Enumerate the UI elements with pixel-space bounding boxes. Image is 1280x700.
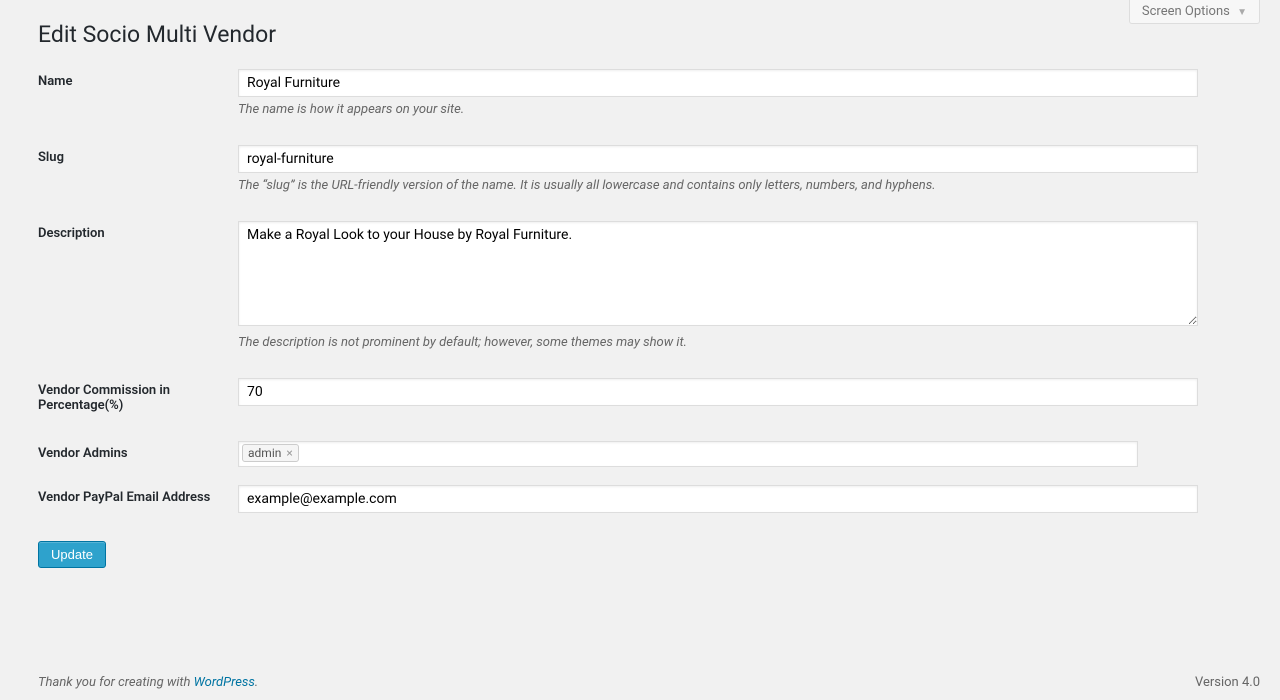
name-label: Name — [38, 69, 238, 89]
screen-options-tab[interactable]: Screen Options ▼ — [1129, 0, 1260, 24]
footer-thanks: Thank you for creating with — [38, 675, 194, 690]
commission-input[interactable] — [238, 378, 1198, 406]
admin-tag-label: admin — [248, 446, 281, 460]
slug-label: Slug — [38, 145, 238, 165]
footer-period: . — [255, 675, 258, 690]
description-help: The description is not prominent by defa… — [238, 335, 1198, 350]
paypal-input[interactable] — [238, 485, 1198, 513]
update-button[interactable]: Update — [38, 541, 106, 568]
page-title: Edit Socio Multi Vendor — [38, 20, 1260, 49]
name-input[interactable] — [238, 69, 1198, 97]
version-label: Version 4.0 — [1195, 675, 1260, 690]
vendor-admins-label: Vendor Admins — [38, 441, 238, 461]
close-icon[interactable]: × — [286, 446, 292, 460]
chevron-down-icon: ▼ — [1237, 7, 1247, 18]
description-textarea[interactable]: Make a Royal Look to your House by Royal… — [238, 221, 1198, 326]
wordpress-link[interactable]: WordPress — [194, 675, 255, 690]
slug-description: The “slug” is the URL-friendly version o… — [238, 178, 1198, 193]
paypal-label: Vendor PayPal Email Address — [38, 485, 238, 505]
description-label: Description — [38, 221, 238, 241]
screen-options-label: Screen Options — [1142, 4, 1230, 19]
vendor-admins-input[interactable]: admin × — [238, 441, 1138, 467]
admin-tag: admin × — [242, 444, 299, 462]
name-description: The name is how it appears on your site. — [238, 102, 1198, 117]
slug-input[interactable] — [238, 145, 1198, 173]
commission-label: Vendor Commission in Percentage(%) — [38, 378, 238, 413]
